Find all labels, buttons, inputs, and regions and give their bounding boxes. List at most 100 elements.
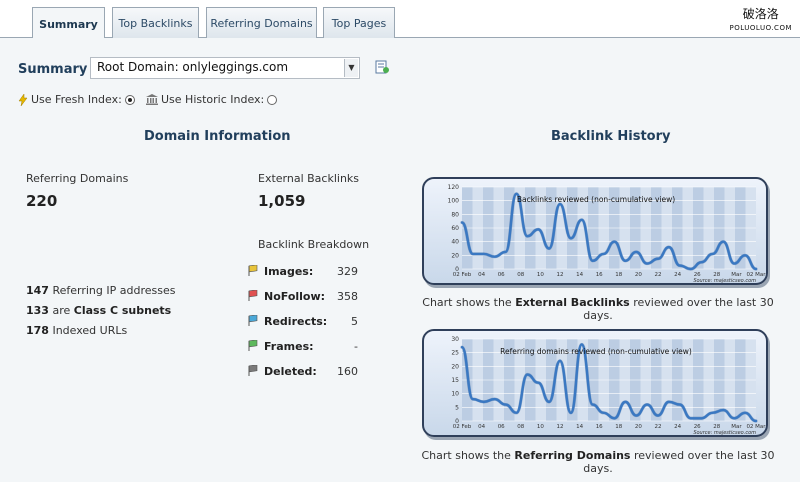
x-tick-label: 06 <box>498 424 505 430</box>
x-tick-label: 12 <box>557 272 564 278</box>
y-tick-label: 30 <box>451 336 459 343</box>
breakdown-row: Redirects: 5 <box>248 314 358 330</box>
x-tick-label: 22 <box>655 272 662 278</box>
tab-top-pages[interactable]: Top Pages <box>323 7 395 39</box>
class-c-text: are <box>52 304 74 317</box>
backlinks-chart-caption: Chart shows the External Backlinks revie… <box>420 296 776 322</box>
summary-label: Summary <box>18 62 88 77</box>
caption-pre: Chart shows the <box>421 449 515 462</box>
external-backlinks-value: 1,059 <box>258 192 306 210</box>
fresh-index-radio[interactable] <box>124 94 135 105</box>
y-tick-label: 120 <box>448 184 460 191</box>
referring-domains-value: 220 <box>26 192 58 210</box>
tab-bar: Summary Top Backlinks Referring Domains … <box>0 0 800 40</box>
lightning-icon <box>18 93 28 106</box>
referring-domains-label: Referring Domains <box>26 172 129 185</box>
fresh-index-label: Use Fresh Index: <box>31 93 122 106</box>
caption-pre: Chart shows the <box>422 296 516 309</box>
chart-source: Source: majesticseo.com <box>693 278 756 283</box>
referring-ip-text: Referring IP addresses <box>52 284 176 297</box>
class-c-line: 133 are Class C subnets <box>26 304 171 317</box>
backlink-breakdown-title: Backlink Breakdown <box>258 238 370 251</box>
x-tick-label: 12 <box>557 424 564 430</box>
backlink-history-title: Backlink History <box>551 129 671 144</box>
flag-icon <box>248 365 258 376</box>
breakdown-value: 160 <box>337 365 358 378</box>
external-backlinks-label: External Backlinks <box>258 172 360 185</box>
historic-index-radio[interactable] <box>267 94 278 105</box>
x-tick-label: 18 <box>615 424 622 430</box>
y-tick-label: 60 <box>451 225 459 232</box>
breakdown-name: Frames: <box>264 340 314 353</box>
chart-source: Source: majesticseo.com <box>693 430 756 435</box>
y-tick-label: 5 <box>455 404 459 411</box>
breakdown-row: Images: 329 <box>248 264 358 280</box>
breakdown-name: Images: <box>264 265 314 278</box>
breakdown-name: Deleted: <box>264 365 317 378</box>
x-tick-label: 10 <box>537 272 544 278</box>
flag-icon <box>248 265 258 276</box>
export-excel-icon[interactable] <box>375 60 389 74</box>
referring-domains-chart-frame: 0 5 10 15 20 25 30 02 Feb 04 06 08 10 12 14 16 18 20 22 24… <box>422 329 768 437</box>
chart-title: Backlinks reviewed (non-cumulative view) <box>517 195 675 204</box>
referring-domains-chart: 05101520253002 Feb 04 06 08 10 12 14 16 18 20 22 24… <box>451 336 766 436</box>
x-tick-label: 06 <box>498 272 505 278</box>
breakdown-value: - <box>354 340 358 353</box>
flag-icon <box>248 315 258 326</box>
historic-index-label: Use Historic Index: <box>161 93 265 106</box>
referring-domains-chart-caption: Chart shows the Referring Domains review… <box>420 449 776 475</box>
x-tick-label: 22 <box>655 424 662 430</box>
y-tick-label: 100 <box>448 198 460 205</box>
x-tick-label: 16 <box>596 272 603 278</box>
x-tick-label: 20 <box>635 272 642 278</box>
tab-referring-domains[interactable]: Referring Domains <box>206 7 317 39</box>
y-tick-label: 80 <box>451 211 459 218</box>
flag-icon <box>248 290 258 301</box>
x-tick-label: 14 <box>576 424 583 430</box>
x-tick-label: 16 <box>596 424 603 430</box>
indexed-urls-line: 178 Indexed URLs <box>26 324 127 337</box>
x-tick-label: 18 <box>615 272 622 278</box>
y-tick-label: 10 <box>451 391 459 398</box>
backlinks-chart: 02040608010012002 Feb 04 06 08 10 12 14 16 18 20 2… <box>448 184 767 284</box>
class-c-count: 133 <box>26 304 49 317</box>
breakdown-name: NoFollow: <box>264 290 326 303</box>
breakdown-row: Deleted: 160 <box>248 364 358 380</box>
fresh-index-option[interactable]: Use Fresh Index: <box>18 93 135 106</box>
referring-ip-count: 147 <box>26 284 49 297</box>
x-tick-label: 02 Feb <box>453 424 472 430</box>
y-tick-label: 20 <box>451 252 459 259</box>
root-domain-select[interactable]: Root Domain: onlyleggings.com ▼ <box>90 57 360 79</box>
historic-index-option[interactable]: Use Historic Index: <box>146 93 278 106</box>
x-tick-label: 08 <box>517 424 524 430</box>
tab-summary[interactable]: Summary <box>32 7 105 40</box>
breakdown-name: Redirects: <box>264 315 328 328</box>
x-tick-label: 24 <box>674 272 681 278</box>
root-domain-value: Root Domain: onlyleggings.com <box>97 60 289 74</box>
tab-top-backlinks[interactable]: Top Backlinks <box>112 7 199 39</box>
caption-bold: External Backlinks <box>515 296 630 309</box>
class-c-bold: Class C subnets <box>73 304 172 317</box>
breakdown-row: NoFollow: 358 <box>248 289 358 305</box>
indexed-urls-count: 178 <box>26 324 49 337</box>
chart-title: Referring domains reviewed (non-cumulati… <box>500 347 692 356</box>
flag-icon <box>248 340 258 351</box>
x-tick-label: 04 <box>478 424 485 430</box>
site-logo: 破洛洛 POLUOLUO.COM <box>730 7 792 35</box>
x-tick-label: 20 <box>635 424 642 430</box>
x-tick-label: 02 Feb <box>453 272 472 278</box>
x-tick-label: 04 <box>478 272 485 278</box>
indexed-urls-text: Indexed URLs <box>52 324 128 337</box>
dropdown-arrow-icon[interactable]: ▼ <box>344 59 358 77</box>
x-tick-label: 08 <box>517 272 524 278</box>
breakdown-value: 5 <box>351 315 358 328</box>
breakdown-row: Frames: - <box>248 339 358 355</box>
breakdown-value: 358 <box>337 290 358 303</box>
breakdown-value: 329 <box>337 265 358 278</box>
x-tick-label: 10 <box>537 424 544 430</box>
caption-bold: Referring Domains <box>514 449 631 462</box>
y-tick-label: 15 <box>451 377 459 384</box>
y-tick-label: 20 <box>451 363 459 370</box>
referring-ip-line: 147 Referring IP addresses <box>26 284 175 297</box>
bank-icon <box>146 94 158 105</box>
